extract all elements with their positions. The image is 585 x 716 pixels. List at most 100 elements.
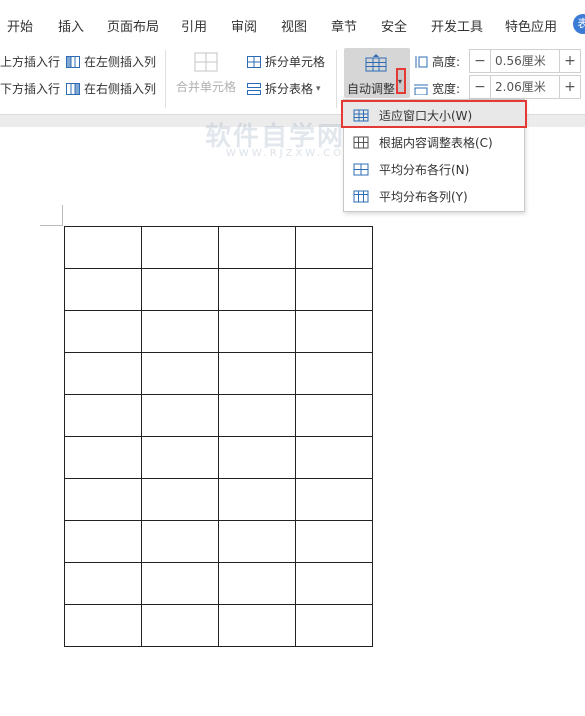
insert-col-left-label: 在左侧插入列 (84, 55, 157, 69)
height-value-input[interactable]: 0.56厘米 (490, 50, 560, 72)
tab-chapter[interactable]: 章节 (331, 16, 357, 35)
table-cell[interactable] (295, 478, 373, 521)
table-cell[interactable] (141, 520, 219, 563)
table-row (64, 520, 373, 563)
chevron-down-icon: ▾ (316, 83, 321, 94)
table-cell[interactable] (141, 604, 219, 647)
tab-page-layout[interactable]: 页面布局 (107, 16, 159, 35)
tab-review[interactable]: 审阅 (231, 16, 257, 35)
table-cell[interactable] (295, 226, 373, 269)
tab-start[interactable]: 开始 (7, 16, 33, 35)
ribbon-separator (165, 50, 166, 108)
col-width-control: 宽度: (414, 80, 460, 97)
table-cell[interactable] (218, 226, 296, 269)
fit-content-icon (353, 136, 369, 149)
split-table-button[interactable]: 拆分表格 ▾ (247, 80, 321, 97)
insert-col-right-label: 在右侧插入列 (84, 82, 157, 96)
table-cell[interactable] (218, 604, 296, 647)
table-cell[interactable] (64, 352, 142, 395)
table-cell[interactable] (141, 436, 219, 479)
insert-row-below-button[interactable]: 下方插入行 (0, 80, 60, 97)
table-cell[interactable] (295, 436, 373, 479)
table-cell[interactable] (218, 436, 296, 479)
table-cell[interactable] (64, 436, 142, 479)
auto-fit-icon (365, 54, 387, 72)
width-increase-button[interactable]: + (560, 79, 580, 95)
table-cell[interactable] (295, 604, 373, 647)
tab-table-tools[interactable]: 表 (573, 14, 585, 34)
split-cells-icon (247, 55, 261, 68)
table-cell[interactable] (218, 478, 296, 521)
insert-row-above-button[interactable]: 上方插入行 (0, 53, 60, 70)
row-height-control: 高度: (414, 53, 460, 70)
tab-references[interactable]: 引用 (181, 16, 207, 35)
table-cell[interactable] (218, 394, 296, 437)
menu-item-label: 平均分布各行(N) (379, 163, 470, 177)
ribbon-tab-bar: 开始 插入 页面布局 引用 审阅 视图 章节 安全 开发工具 特色应用 表 (0, 0, 585, 43)
table-cell[interactable] (218, 310, 296, 353)
table-row (64, 226, 373, 269)
table-cell[interactable] (141, 478, 219, 521)
table-cell[interactable] (141, 226, 219, 269)
insert-column-right-icon (66, 82, 80, 95)
insert-row-above-label: 上方插入行 (0, 55, 61, 69)
table-cell[interactable] (141, 352, 219, 395)
col-width-label: 宽度: (432, 82, 461, 96)
table-cell[interactable] (64, 310, 142, 353)
auto-fit-dropdown-arrow[interactable]: ▾ (396, 68, 406, 94)
table-cell[interactable] (141, 562, 219, 605)
table-cell[interactable] (295, 310, 373, 353)
table-cell[interactable] (295, 268, 373, 311)
tab-view[interactable]: 视图 (281, 16, 307, 35)
table-cell[interactable] (64, 478, 142, 521)
tab-developer[interactable]: 开发工具 (431, 16, 483, 35)
split-cells-button[interactable]: 拆分单元格 (247, 53, 325, 70)
merge-cells-button[interactable]: 合并单元格 (176, 52, 236, 95)
document-table[interactable] (64, 226, 373, 647)
width-decrease-button[interactable]: − (470, 79, 490, 95)
table-cell[interactable] (218, 562, 296, 605)
table-cell[interactable] (64, 226, 142, 269)
ribbon-separator (336, 50, 337, 108)
table-cell[interactable] (141, 394, 219, 437)
height-decrease-button[interactable]: − (470, 53, 490, 69)
table-cell[interactable] (218, 352, 296, 395)
insert-col-left-button[interactable]: 在左侧插入列 (66, 53, 156, 70)
fit-window-icon (353, 109, 369, 122)
table-cell[interactable] (64, 268, 142, 311)
menu-item-label: 平均分布各列(Y) (379, 190, 468, 204)
table-cell[interactable] (295, 352, 373, 395)
height-increase-button[interactable]: + (560, 53, 580, 69)
menu-item-label: 适应窗口大小(W) (379, 109, 473, 123)
table-row (64, 562, 373, 605)
table-row (64, 436, 373, 479)
table-cell[interactable] (64, 394, 142, 437)
menu-item-label: 根据内容调整表格(C) (379, 136, 493, 150)
table-cell[interactable] (64, 520, 142, 563)
table-cell[interactable] (64, 604, 142, 647)
menu-item-distribute-rows[interactable]: 平均分布各行(N) (353, 161, 469, 178)
split-table-label: 拆分表格 (265, 82, 314, 96)
table-cell[interactable] (218, 268, 296, 311)
tab-insert[interactable]: 插入 (58, 16, 84, 35)
tab-security[interactable]: 安全 (381, 16, 407, 35)
table-row (64, 310, 373, 353)
table-row (64, 268, 373, 311)
distribute-rows-icon (353, 163, 369, 176)
width-value-input[interactable]: 2.06厘米 (490, 76, 560, 98)
menu-item-distribute-cols[interactable]: 平均分布各列(Y) (353, 188, 468, 205)
row-height-stepper[interactable]: − 0.56厘米 + (469, 49, 581, 73)
table-cell[interactable] (141, 268, 219, 311)
menu-item-fit-content[interactable]: 根据内容调整表格(C) (353, 134, 493, 151)
col-width-stepper[interactable]: − 2.06厘米 + (469, 75, 581, 99)
insert-col-right-button[interactable]: 在右侧插入列 (66, 80, 156, 97)
tab-special[interactable]: 特色应用 (505, 16, 557, 35)
table-cell[interactable] (64, 562, 142, 605)
table-cell[interactable] (295, 562, 373, 605)
table-cell[interactable] (218, 520, 296, 563)
table-cell[interactable] (141, 310, 219, 353)
menu-item-fit-window[interactable]: 适应窗口大小(W) (353, 107, 472, 124)
distribute-columns-icon (353, 190, 369, 203)
table-cell[interactable] (295, 520, 373, 563)
table-cell[interactable] (295, 394, 373, 437)
